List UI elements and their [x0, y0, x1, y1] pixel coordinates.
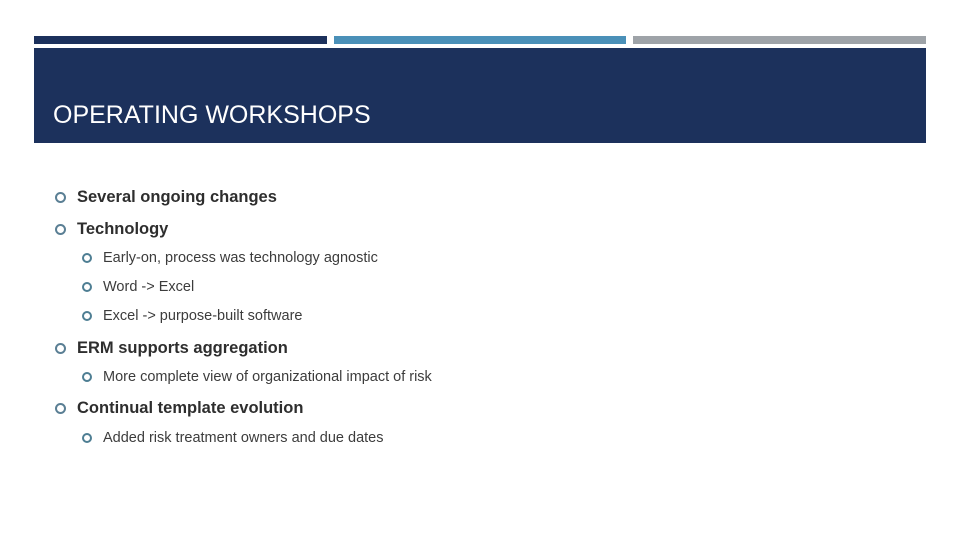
hollow-circle-bullet-icon — [82, 372, 92, 382]
bullet-item: Several ongoing changes — [55, 186, 277, 208]
bullet-text: Continual template evolution — [77, 398, 304, 417]
bullet-item: Technology — [55, 218, 168, 240]
bullet-text: Several ongoing changes — [77, 187, 277, 206]
hollow-circle-bullet-icon — [55, 191, 66, 203]
sub-bullet-item: More complete view of organizational imp… — [82, 367, 432, 387]
bullet-list: Several ongoing changes Technology Early… — [0, 0, 960, 540]
hollow-circle-bullet-icon — [82, 282, 92, 292]
sub-bullet-item: Early-on, process was technology agnosti… — [82, 248, 378, 268]
sub-bullet-item: Added risk treatment owners and due date… — [82, 428, 384, 448]
bullet-text: Technology — [77, 219, 169, 238]
sub-bullet-item: Excel -> purpose-built software — [82, 306, 302, 326]
bullet-text: Added risk treatment owners and due date… — [103, 430, 384, 446]
sub-bullet-item: Word -> Excel — [82, 277, 194, 297]
bullet-item: Continual template evolution — [55, 397, 303, 419]
bullet-text: More complete view of organizational imp… — [103, 369, 432, 385]
bullet-text: Early-on, process was technology agnosti… — [103, 250, 378, 266]
hollow-circle-bullet-icon — [55, 342, 66, 354]
bullet-text: ERM supports aggregation — [77, 338, 288, 357]
bullet-text: Word -> Excel — [103, 279, 195, 295]
bullet-item: ERM supports aggregation — [55, 337, 288, 359]
bullet-text: Excel -> purpose-built software — [103, 308, 303, 324]
hollow-circle-bullet-icon — [55, 223, 66, 235]
hollow-circle-bullet-icon — [82, 311, 92, 321]
hollow-circle-bullet-icon — [82, 433, 92, 443]
hollow-circle-bullet-icon — [82, 253, 92, 263]
hollow-circle-bullet-icon — [55, 402, 66, 414]
